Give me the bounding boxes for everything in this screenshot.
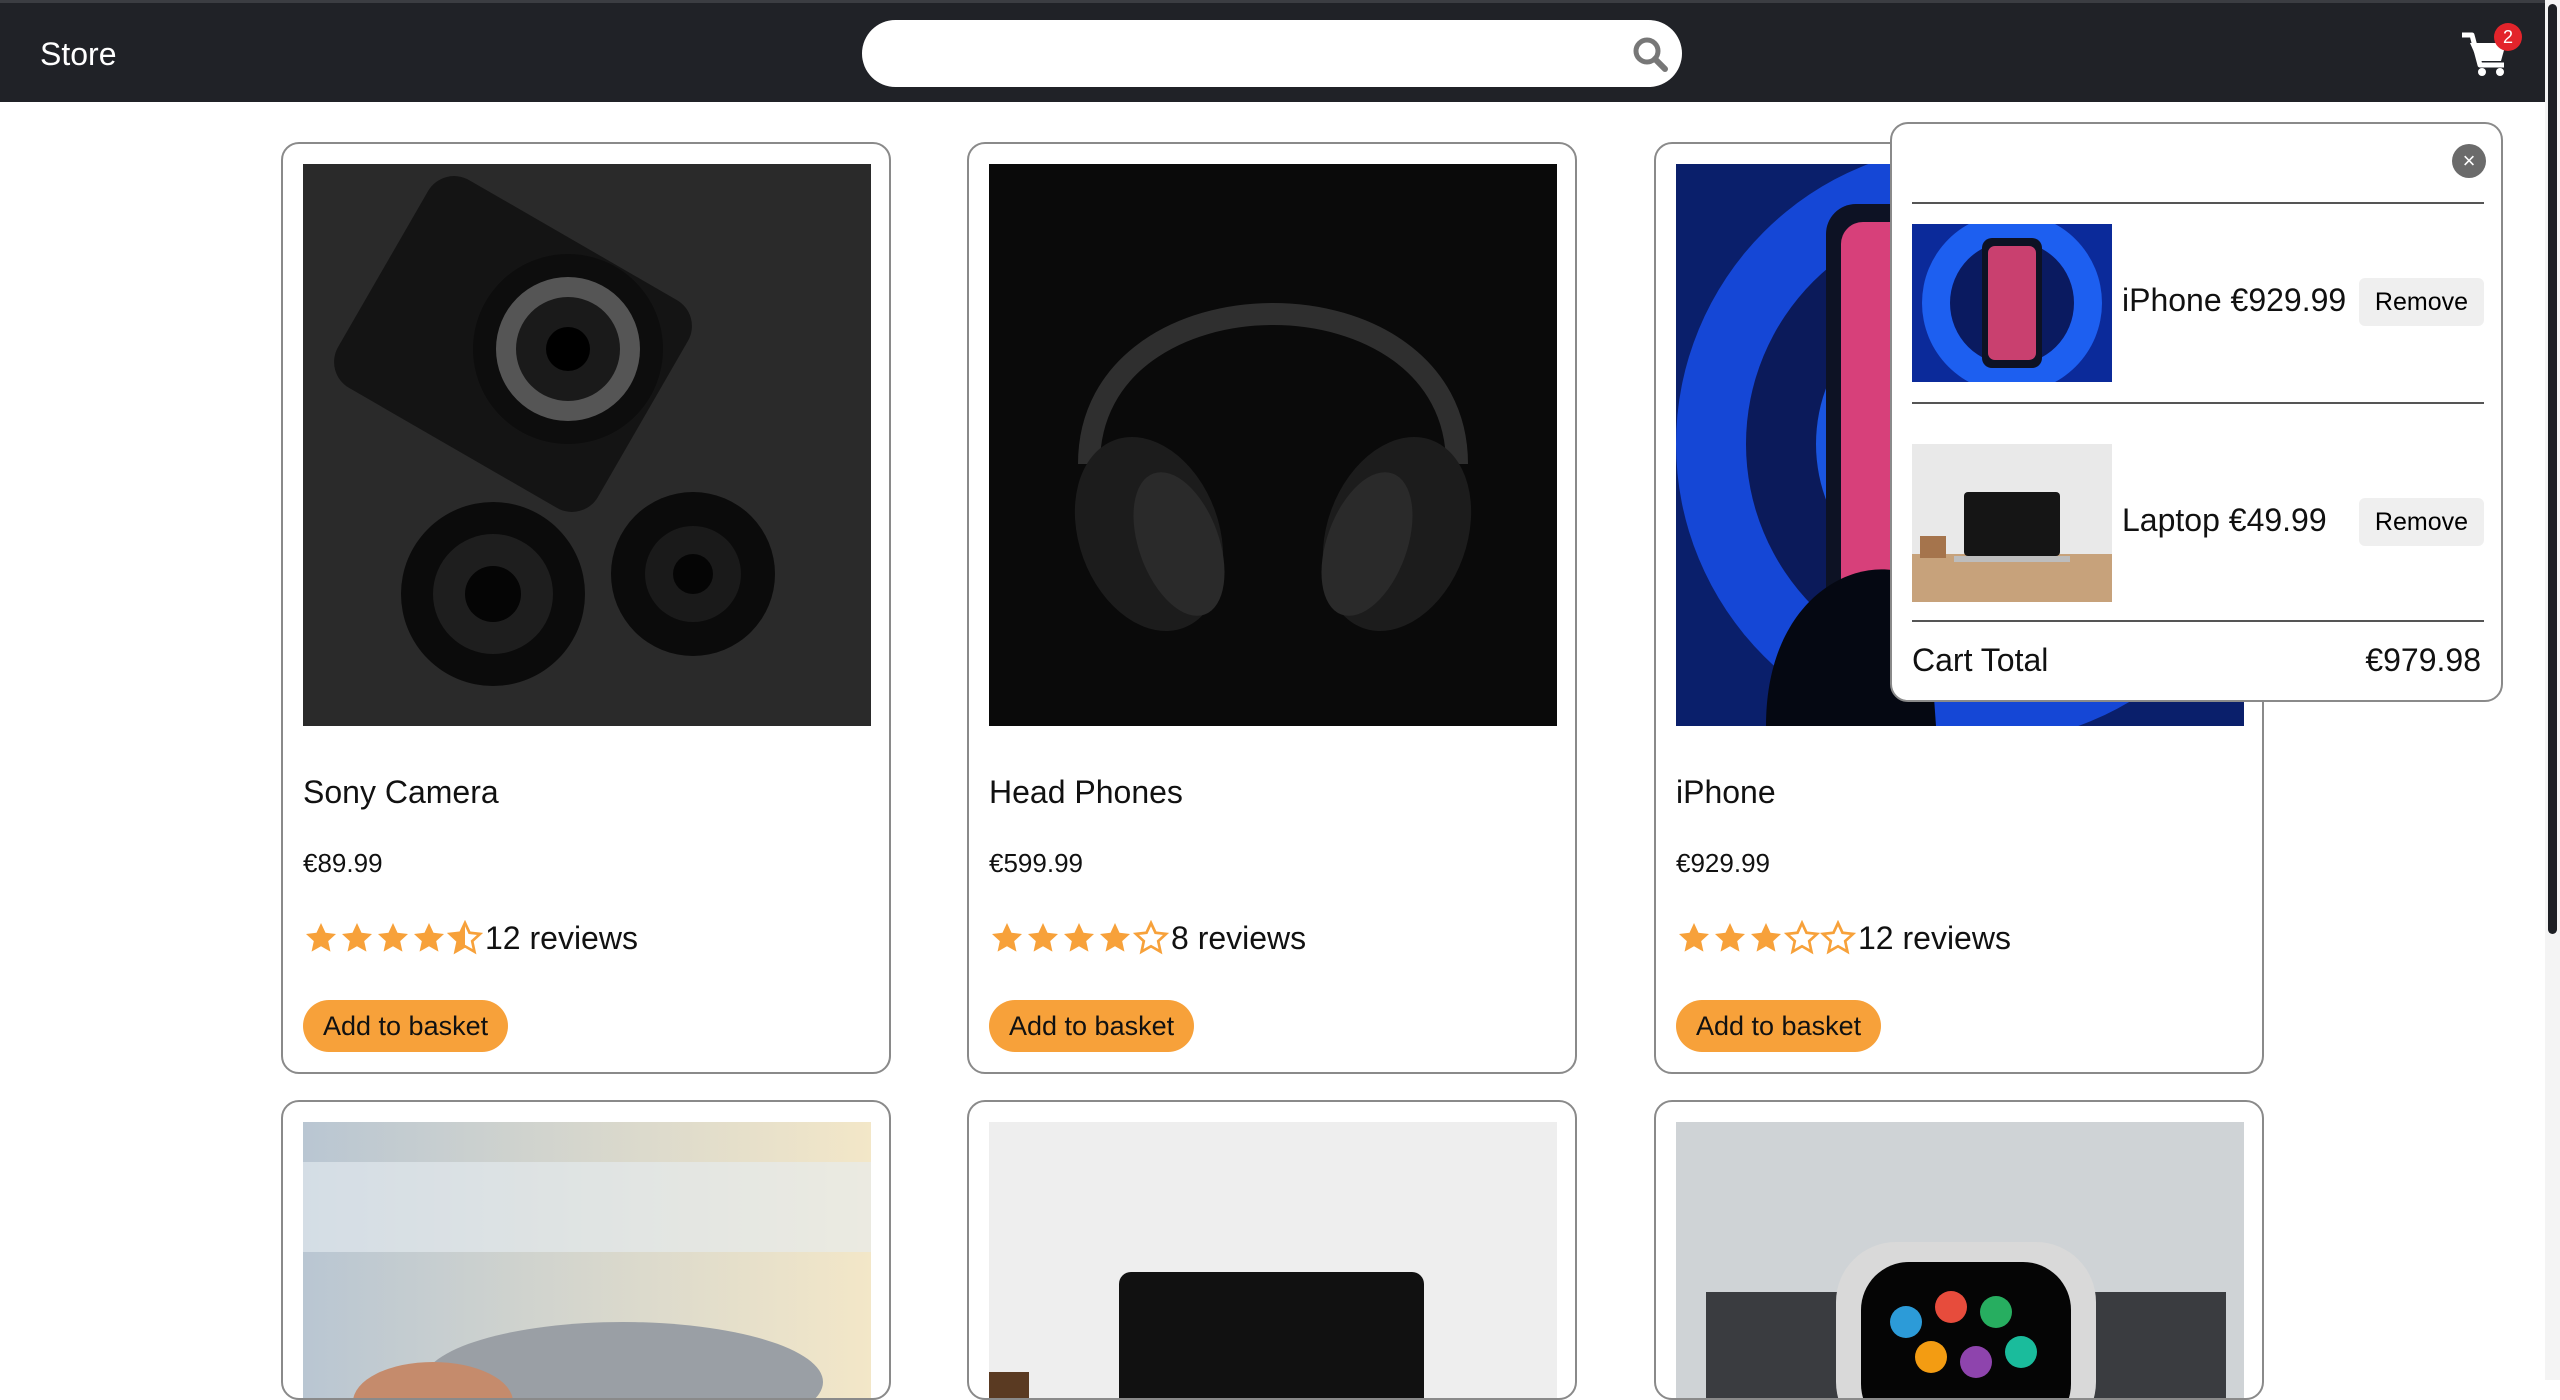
search-icon[interactable] (1630, 34, 1670, 74)
cart-item-label: iPhone €929.99 (2122, 282, 2347, 318)
remove-item-button[interactable]: Remove (2358, 498, 2484, 546)
star-full-icon (1679, 923, 1709, 952)
product-name: Sony Camera (303, 774, 499, 810)
star-empty-icon (1133, 920, 1169, 955)
top-navbar: Store 2 (0, 0, 2545, 102)
scrollbar-thumb[interactable] (2548, 4, 2557, 934)
product-card (1654, 1100, 2264, 1400)
product-image-laptop[interactable] (989, 1122, 1557, 1398)
product-rating: 8 reviews (989, 920, 1306, 956)
divider (1912, 620, 2484, 622)
star-full-icon (1064, 923, 1094, 952)
cart-item-image-iphone (1912, 224, 2112, 382)
divider (1912, 202, 2484, 204)
product-rating: 12 reviews (1676, 920, 2011, 956)
cart-total-label: Cart Total (1912, 642, 2049, 678)
cart-item: iPhone €929.99 Remove (1912, 224, 2484, 382)
star-full-icon (378, 923, 408, 952)
star-full-icon (1100, 923, 1130, 952)
add-to-basket-button[interactable]: Add to basket (989, 1000, 1195, 1052)
product-image-controller[interactable] (303, 1122, 871, 1398)
add-to-basket-button[interactable]: Add to basket (303, 1000, 509, 1052)
product-name: Head Phones (989, 774, 1183, 810)
search-bar (862, 20, 1682, 87)
cart-item-image-laptop (1912, 444, 2112, 602)
product-image-headphones[interactable] (989, 164, 1557, 726)
product-card: Head Phones €599.99 8 reviews Add to bas… (967, 142, 1577, 1074)
star-full-icon (414, 923, 444, 952)
divider (1912, 402, 2484, 404)
product-name: iPhone (1676, 774, 1776, 810)
product-card (967, 1100, 1577, 1400)
product-price: €89.99 (303, 848, 383, 878)
star-full-icon (342, 923, 372, 952)
cart-count-badge: 2 (2494, 23, 2522, 51)
product-price: €929.99 (1676, 848, 1770, 878)
cart-total-value: €979.98 (2365, 642, 2481, 678)
close-icon[interactable]: × (2452, 144, 2486, 178)
star-full-icon (1028, 923, 1058, 952)
star-full-icon (1715, 923, 1745, 952)
product-card: Sony Camera €89.99 12 reviews Add to bas… (281, 142, 891, 1074)
product-image-camera[interactable] (303, 164, 871, 726)
star-full-icon (306, 923, 336, 952)
cart-item-label: Laptop €49.99 (2122, 502, 2327, 538)
cart-dropdown: × iPhone €929.99 Remove Laptop €49.99 Re… (1890, 122, 2503, 702)
cart-item: Laptop €49.99 Remove (1912, 444, 2484, 602)
star-full-icon (992, 923, 1022, 952)
add-to-basket-button[interactable]: Add to basket (1676, 1000, 1882, 1052)
remove-item-button[interactable]: Remove (2358, 278, 2484, 326)
star-empty-icon (1784, 920, 1820, 955)
search-input[interactable] (892, 30, 1592, 76)
product-price: €599.99 (989, 848, 1083, 878)
star-half-icon (447, 920, 483, 955)
star-full-icon (1751, 923, 1781, 952)
store-logo[interactable]: Store (40, 36, 116, 73)
star-empty-icon (1820, 920, 1856, 955)
product-card (281, 1100, 891, 1400)
review-count: 12 reviews (485, 919, 638, 956)
product-rating: 12 reviews (303, 920, 638, 956)
review-count: 12 reviews (1858, 919, 2011, 956)
product-image-watch[interactable] (1676, 1122, 2244, 1398)
review-count: 8 reviews (1171, 919, 1307, 956)
